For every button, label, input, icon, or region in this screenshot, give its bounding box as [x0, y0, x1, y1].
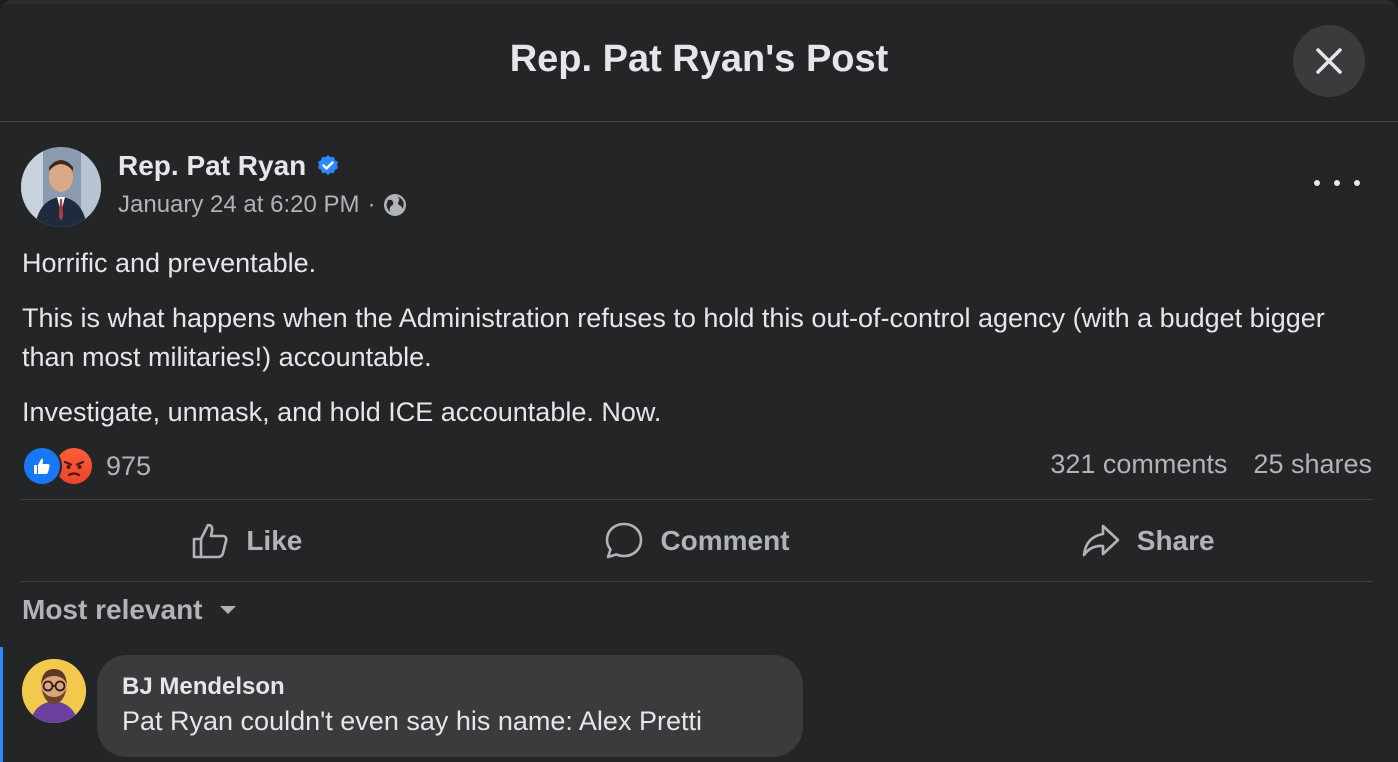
share-icon: [1082, 524, 1120, 557]
author-photo: [21, 147, 101, 227]
post-paragraph-3: Investigate, unmask, and hold ICE accoun…: [22, 397, 662, 427]
post-paragraph-2: This is what happens when the Administra…: [22, 303, 1325, 372]
reactions-summary[interactable]: 975: [22, 446, 152, 486]
comment-focus-indicator: [0, 647, 3, 762]
chevron-down-icon: [219, 606, 236, 614]
divider: [21, 581, 1373, 582]
more-dot: [1334, 180, 1340, 186]
comment-icon: [606, 522, 643, 559]
more-dot: [1354, 180, 1360, 186]
author-name-row: Rep. Pat Ryan: [118, 150, 340, 182]
post-dialog: Rep. Pat Ryan's Post Rep. Pat Ryan Janua…: [0, 0, 1398, 762]
comment-label: Comment: [660, 525, 790, 556]
reaction-count: 975: [106, 450, 152, 481]
share-button[interactable]: Share: [922, 502, 1373, 580]
post-meta: January 24 at 6:20 PM ·: [118, 191, 407, 219]
more-dot: [1314, 180, 1320, 186]
post-paragraph-1: Horrific and preventable.: [22, 248, 317, 278]
author-name[interactable]: Rep. Pat Ryan: [118, 150, 306, 182]
more-options-icon[interactable]: [1314, 168, 1360, 198]
sort-label: Most relevant: [22, 594, 203, 625]
post-timestamp[interactable]: January 24 at 6:20 PM: [118, 191, 359, 219]
verified-badge-icon: [318, 155, 339, 175]
dialog-title: Rep. Pat Ryan's Post: [509, 38, 889, 80]
engagement-counts: 321 comments 25 shares: [1050, 449, 1372, 480]
like-label: Like: [246, 525, 303, 556]
like-reaction-icon: [22, 446, 62, 486]
author-avatar[interactable]: [21, 147, 101, 227]
divider: [21, 499, 1373, 500]
comment-bubble: BJ Mendelson Pat Ryan couldn't even say …: [97, 655, 803, 757]
share-label: Share: [1136, 525, 1215, 556]
comments-count[interactable]: 321 comments: [1050, 449, 1227, 480]
meta-separator: ·: [367, 191, 376, 218]
shares-count[interactable]: 25 shares: [1253, 449, 1372, 480]
like-button[interactable]: Like: [21, 502, 472, 580]
comment-button[interactable]: Comment: [472, 502, 923, 580]
commenter-avatar[interactable]: [22, 659, 86, 723]
close-icon: [1316, 48, 1342, 74]
globe-icon: [384, 194, 407, 216]
post-actions: Like Comment Share: [21, 502, 1373, 580]
close-button[interactable]: [1293, 25, 1365, 97]
commenter-photo: [22, 659, 86, 723]
commenter-name[interactable]: BJ Mendelson: [122, 673, 285, 701]
dialog-header: Rep. Pat Ryan's Post: [0, 0, 1398, 122]
comment-text: Pat Ryan couldn't even say his name: Ale…: [122, 706, 702, 736]
comment-sort-dropdown[interactable]: Most relevant: [22, 594, 237, 626]
thumbs-up-icon: [193, 523, 228, 559]
